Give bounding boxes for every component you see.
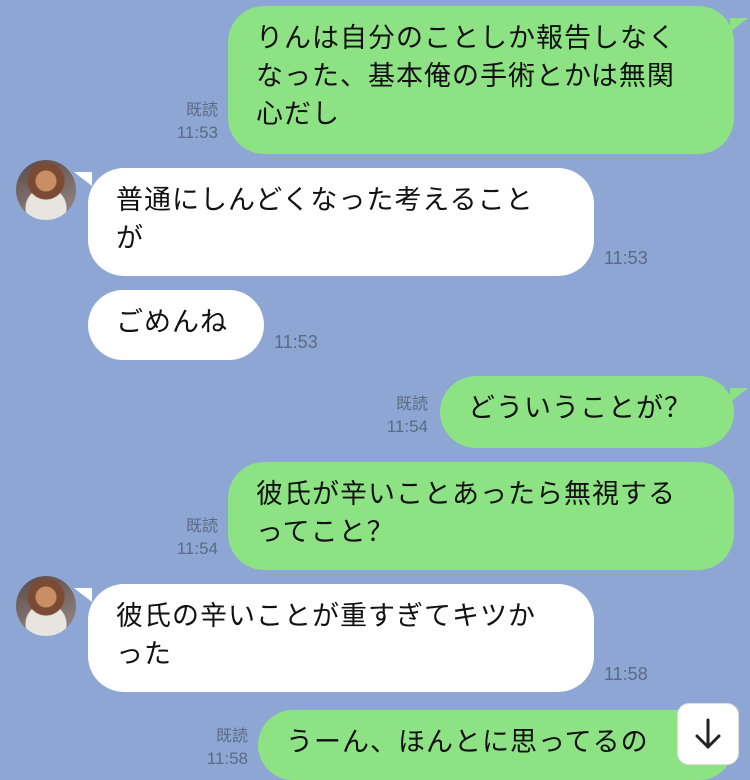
message-meta: 既読 11:58 [180,726,248,770]
read-receipt: 既読 [185,518,218,535]
message-time: 11:54 [386,417,428,436]
bubble-tail [730,18,748,32]
message-meta: 既読 11:54 [150,516,218,560]
bubble-tail [730,388,748,402]
message-meta: 既読 11:54 [360,394,428,438]
scroll-to-bottom-button[interactable] [677,703,739,765]
message-time: 11:54 [176,539,218,558]
message-bubble-outgoing[interactable]: 彼氏が辛いことあったら無視する ってこと？ [228,462,734,570]
read-receipt: 既読 [185,102,218,119]
message-time: 11:58 [604,664,648,684]
message-time: 11:53 [176,123,218,142]
message-bubble-outgoing[interactable]: うーん、ほんとに思ってるの [258,710,734,780]
message-time: 11:58 [206,749,248,768]
message-bubble-outgoing[interactable]: どういうことが？ [440,376,734,448]
read-receipt: 既読 [215,728,248,745]
message-bubble-incoming[interactable]: ごめんね [88,290,264,360]
message-bubble-incoming[interactable]: 普通にしんどくなった考えること が [88,168,594,276]
bubble-tail [74,588,92,602]
message-time: 11:53 [274,332,318,352]
message-bubble-outgoing[interactable]: りんは自分のことしか報告しなく なった、基本俺の手術とかは無関 心だし [228,6,734,154]
avatar[interactable] [16,160,76,220]
message-meta: 既読 11:53 [150,100,218,144]
arrow-down-icon [695,718,721,749]
message-time: 11:53 [604,248,648,268]
bubble-tail [74,172,92,186]
read-receipt: 既読 [395,396,428,413]
avatar[interactable] [16,576,76,636]
message-bubble-incoming[interactable]: 彼氏の辛いことが重すぎてキツか った [88,584,594,692]
